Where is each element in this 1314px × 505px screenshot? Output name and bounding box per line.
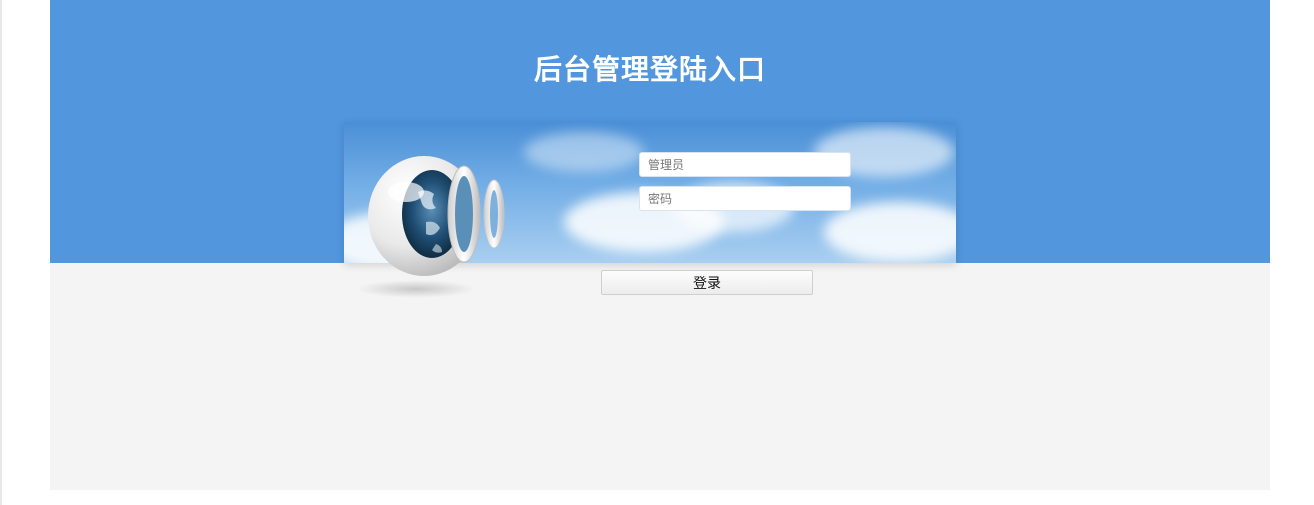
globe-rings-icon xyxy=(346,152,506,312)
cloud-decoration xyxy=(824,202,956,262)
globe-shadow xyxy=(356,280,476,298)
page-title: 后台管理登陆入口 xyxy=(533,53,766,86)
cloud-decoration xyxy=(524,132,644,172)
left-border xyxy=(0,0,2,505)
login-button[interactable]: 登录 xyxy=(601,270,813,295)
username-field[interactable] xyxy=(639,152,851,177)
main-container: 后台管理登陆入口 xyxy=(50,0,1270,490)
password-field[interactable] xyxy=(639,186,851,211)
login-page: 后台管理登陆入口 管理员 登录 xyxy=(0,0,1314,505)
header-band: 后台管理登陆入口 xyxy=(50,0,1270,263)
